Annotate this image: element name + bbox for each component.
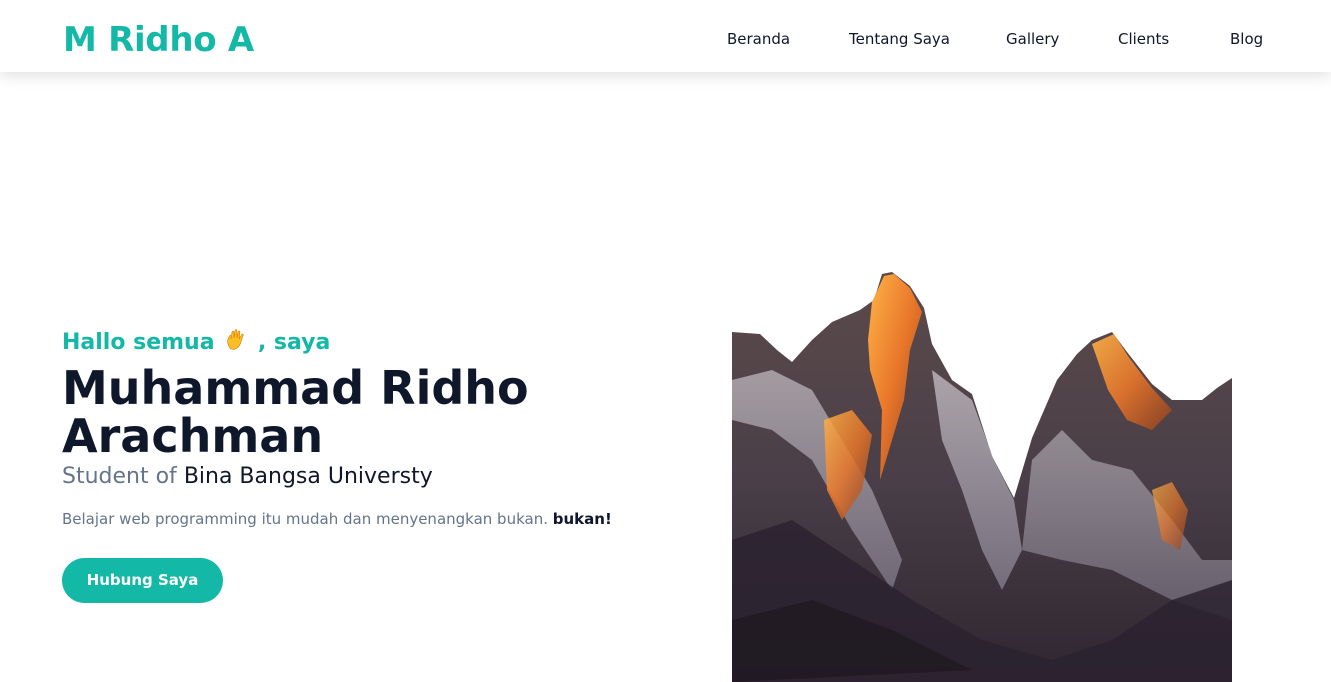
hero-image — [732, 260, 1232, 682]
greeting-suffix: , saya — [257, 330, 331, 355]
greeting: Hallo semua , saya — [62, 328, 682, 360]
hero-text: Hallo semua , saya Muhammad Ridho Arachm… — [62, 328, 682, 603]
subtitle-school: Bina Bangsa Universty — [183, 464, 433, 489]
nav-link-gallery[interactable]: Gallery — [1006, 30, 1059, 48]
tagline-bold: bukan! — [552, 510, 612, 528]
nav-link-beranda[interactable]: Beranda — [727, 30, 790, 48]
subtitle-prefix: Student of — [62, 464, 177, 489]
hero-name: Muhammad Ridho Arachman — [62, 361, 529, 463]
greeting-text: Hallo semua — [62, 330, 215, 355]
nav-link-blog[interactable]: Blog — [1230, 30, 1263, 48]
nav-link-clients[interactable]: Clients — [1118, 30, 1169, 48]
navbar: M Ridho A Beranda Tentang Saya Gallery C… — [0, 0, 1331, 72]
nav-link-tentang-saya[interactable]: Tentang Saya — [849, 30, 950, 48]
tagline-text: Belajar web programming itu mudah dan me… — [62, 510, 548, 528]
mountain-landscape-image — [732, 272, 1232, 682]
nav-links: Beranda Tentang Saya Gallery Clients Blo… — [0, 30, 1331, 50]
hero-subtitle: Student of Bina Bangsa Universty — [62, 462, 682, 492]
waving-hand-icon — [227, 329, 244, 350]
hero-tagline: Belajar web programming itu mudah dan me… — [62, 510, 682, 528]
contact-button[interactable]: Hubung Saya — [62, 558, 223, 603]
